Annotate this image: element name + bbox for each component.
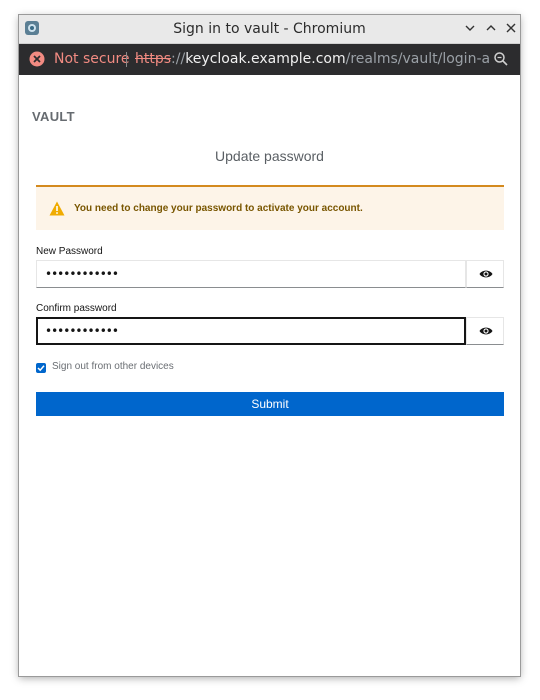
url-path: /realms/vault/login-action... [345, 51, 489, 67]
page-title: Update password [215, 148, 324, 164]
sign-out-label[interactable]: Sign out from other devices [52, 361, 174, 372]
show-confirm-password-button[interactable] [466, 317, 504, 345]
warning-icon [49, 201, 65, 216]
url-host: keycloak.example.com [185, 51, 346, 67]
browser-window: Sign in to vault - Chromium Not secure h… [19, 15, 520, 676]
alert-message: You need to change your password to acti… [74, 203, 363, 214]
eye-icon [479, 327, 493, 335]
address-bar: Not secure https://keycloak.example.com/… [19, 44, 520, 75]
maximize-icon[interactable] [483, 20, 499, 36]
new-password-input[interactable]: •••••••••••• [36, 260, 466, 288]
url-scheme-separator: :// [171, 51, 186, 67]
warning-alert: You need to change your password to acti… [36, 185, 504, 230]
eye-icon [479, 270, 493, 278]
close-icon[interactable] [503, 20, 519, 36]
realm-name: VAULT [32, 109, 75, 124]
not-secure-icon[interactable] [29, 51, 45, 67]
zoom-icon[interactable] [493, 51, 509, 67]
submit-button[interactable]: Submit [36, 392, 504, 416]
url-field[interactable]: https://keycloak.example.com/realms/vaul… [135, 51, 489, 67]
not-secure-label[interactable]: Not secure [54, 51, 130, 67]
sign-out-checkbox[interactable] [36, 363, 46, 373]
checkmark-icon [37, 365, 45, 372]
confirm-password-label: Confirm password [36, 303, 117, 314]
address-separator [126, 52, 127, 67]
page-content: VAULT Update password You need to change… [19, 75, 520, 676]
url-scheme: https [135, 51, 172, 67]
show-new-password-button[interactable] [466, 260, 504, 288]
title-bar: Sign in to vault - Chromium [19, 15, 520, 44]
confirm-password-input[interactable]: •••••••••••• [36, 317, 466, 345]
minimize-icon[interactable] [462, 20, 478, 36]
new-password-label: New Password [36, 246, 103, 257]
window-title: Sign in to vault - Chromium [173, 21, 366, 37]
